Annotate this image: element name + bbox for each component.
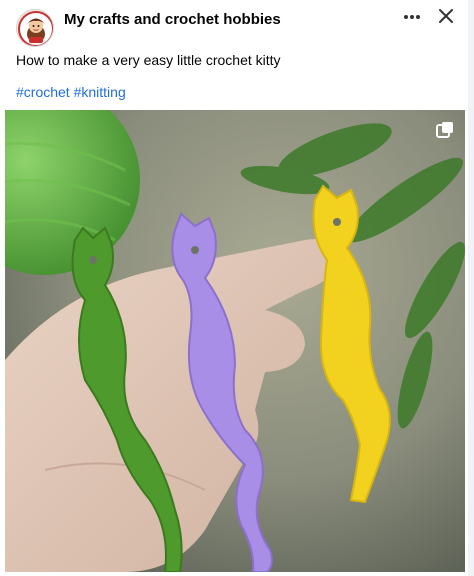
- post-caption: How to make a very easy little crochet k…: [16, 52, 281, 68]
- hashtag-row: #crochet #knitting: [16, 84, 126, 100]
- post-image[interactable]: [5, 110, 465, 572]
- post-header: My crafts and crochet hobbies: [0, 0, 474, 47]
- crochet-kitties-photo: [5, 110, 465, 572]
- close-icon[interactable]: [436, 6, 456, 26]
- page-avatar[interactable]: [16, 9, 54, 47]
- scroll-gutter: [468, 0, 474, 576]
- post-card: My crafts and crochet hobbies How to mak…: [0, 0, 474, 576]
- expand-media-icon[interactable]: [435, 120, 455, 140]
- hashtag-knitting[interactable]: #knitting: [74, 84, 126, 100]
- page-name[interactable]: My crafts and crochet hobbies: [64, 11, 281, 28]
- hashtag-crochet[interactable]: #crochet: [16, 84, 70, 100]
- more-options-icon[interactable]: [402, 9, 422, 25]
